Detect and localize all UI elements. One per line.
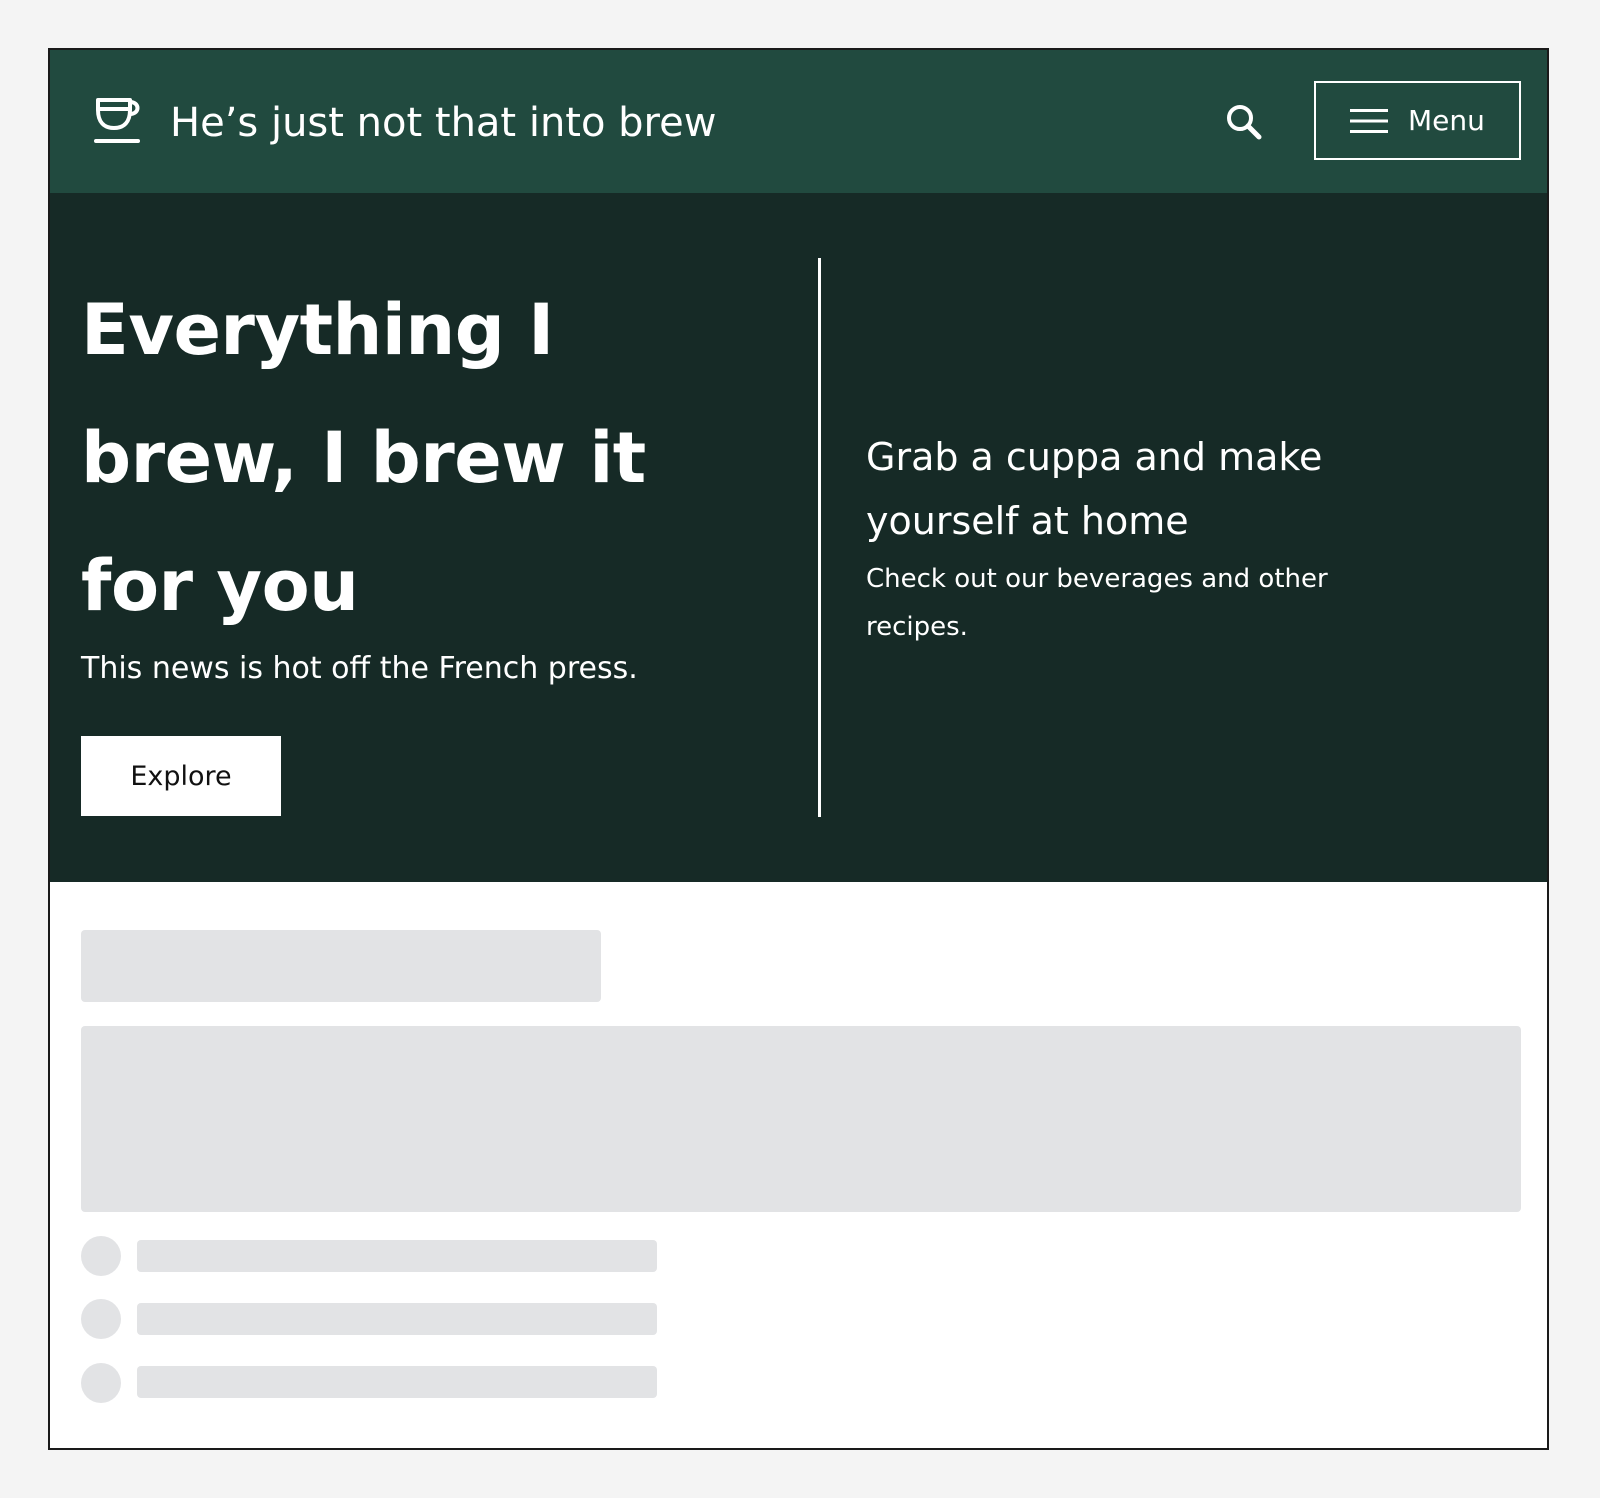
hero-divider xyxy=(818,258,821,817)
skeleton-avatar xyxy=(81,1236,121,1276)
search-button[interactable] xyxy=(1222,100,1266,144)
aside-title: Grab a cuppa and make yourself at home xyxy=(866,435,1323,543)
skeleton-line xyxy=(137,1366,657,1398)
skeleton-avatar xyxy=(81,1299,121,1339)
page-frame: He’s just not that into brew Menu Everyt… xyxy=(48,48,1549,1450)
hero-headline: Everything I brew, I brew it for you xyxy=(81,289,646,627)
skeleton-title xyxy=(81,930,601,1002)
hero-section: Everything I brew, I brew it for you Thi… xyxy=(50,193,1547,882)
skeleton-block xyxy=(81,1026,1521,1212)
skeleton-avatar xyxy=(81,1363,121,1403)
menu-button[interactable]: Menu xyxy=(1314,81,1521,160)
search-icon xyxy=(1227,105,1262,140)
skeleton-line xyxy=(137,1303,657,1335)
hamburger-icon xyxy=(1350,108,1388,133)
explore-button[interactable]: Explore xyxy=(81,736,281,816)
coffee-cup-icon xyxy=(94,98,140,143)
skeleton-line xyxy=(137,1240,657,1272)
site-header: He’s just not that into brew Menu xyxy=(50,50,1547,193)
site-title[interactable]: He’s just not that into brew xyxy=(170,98,716,148)
hero-subtext: This news is hot off the French press. xyxy=(81,651,638,686)
aside-text: Check out our beverages and other recipe… xyxy=(866,564,1328,642)
menu-label: Menu xyxy=(1408,103,1485,137)
